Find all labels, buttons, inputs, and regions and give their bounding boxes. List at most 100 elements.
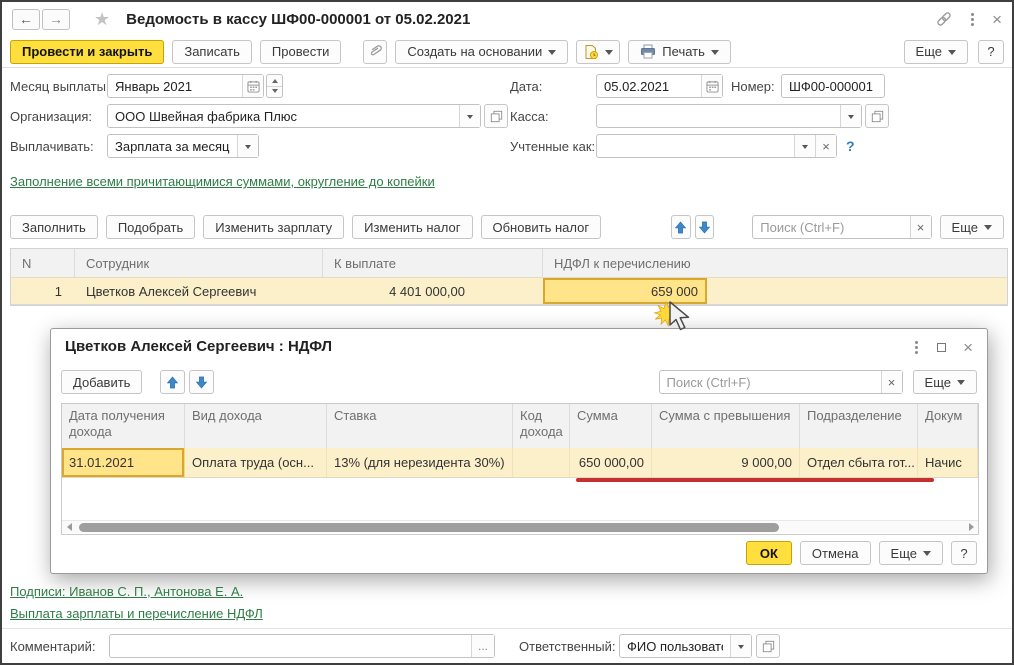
fill-all-amounts-link[interactable]: Заполнение всеми причитающимися суммами,…	[10, 173, 498, 190]
forward-button[interactable]: →	[42, 9, 70, 30]
chevron-down-icon[interactable]	[730, 635, 751, 657]
change-tax-button[interactable]: Изменить налог	[352, 215, 472, 239]
cmdbar-more-button[interactable]: Еще	[940, 215, 1004, 239]
ndfl-selected-cell[interactable]: 659 000	[543, 278, 707, 304]
column-header-income-date[interactable]: Дата получения дохода	[62, 404, 185, 448]
create-based-on-button[interactable]: Создать на основании	[395, 40, 568, 64]
chevron-down-icon[interactable]	[794, 135, 815, 157]
responsible-open-button[interactable]	[756, 634, 780, 658]
post-and-close-button[interactable]: Провести и закрыть	[10, 40, 164, 64]
table-search-input[interactable]	[753, 216, 909, 238]
comment-expand-button[interactable]: ...	[471, 635, 494, 657]
chevron-down-icon[interactable]	[840, 105, 861, 127]
date-field[interactable]	[596, 74, 723, 98]
back-button[interactable]: ←	[12, 9, 40, 30]
pay-type-input[interactable]	[108, 135, 237, 157]
payout-month-field[interactable]	[107, 74, 264, 98]
move-down-button[interactable]	[695, 215, 715, 239]
chevron-down-icon[interactable]	[459, 105, 480, 127]
responsible-input[interactable]	[620, 635, 730, 657]
column-header-ndfl[interactable]: НДФЛ к перечислению	[543, 249, 1007, 277]
fill-button[interactable]: Заполнить	[10, 215, 98, 239]
close-icon[interactable]: ×	[992, 11, 1002, 28]
accounted-as-help-link[interactable]: ?	[846, 138, 855, 154]
save-button[interactable]: Записать	[172, 40, 252, 64]
add-button[interactable]: Добавить	[61, 370, 142, 394]
table-row[interactable]: 1 Цветков Алексей Сергеевич 4 401 000,00…	[11, 277, 1007, 305]
link-icon[interactable]	[935, 11, 953, 27]
date-input[interactable]	[597, 75, 701, 97]
cash-desk-field[interactable]	[596, 104, 862, 128]
calendar-icon[interactable]	[701, 75, 722, 97]
help-button[interactable]: ?	[978, 40, 1004, 64]
print-button[interactable]: Печать	[628, 40, 731, 64]
dialog-close-icon[interactable]: ×	[963, 339, 973, 356]
ndfl-cell[interactable]: 659 000	[543, 278, 1007, 304]
calendar-icon[interactable]	[242, 75, 263, 97]
column-header-amount[interactable]: Сумма	[570, 404, 652, 448]
clear-icon[interactable]: ×	[881, 371, 902, 393]
scrollbar-thumb[interactable]	[79, 523, 779, 532]
move-up-button[interactable]	[671, 215, 691, 239]
amount-cell[interactable]: 650 000,00	[570, 448, 652, 477]
signatures-link[interactable]: Подписи: Иванов С. П., Антонова Е. А.	[10, 584, 243, 599]
chevron-down-icon[interactable]	[237, 135, 258, 157]
ok-button[interactable]: ОК	[746, 541, 792, 565]
comment-input[interactable]	[110, 635, 471, 657]
dialog-more-menu-icon[interactable]	[913, 339, 920, 356]
stepper-up-icon[interactable]	[267, 75, 282, 86]
income-code-cell[interactable]	[513, 448, 570, 477]
scroll-right-icon[interactable]	[965, 523, 978, 531]
document-journal-button[interactable]	[576, 40, 620, 64]
income-type-cell[interactable]: Оплата труда (осн...	[185, 448, 327, 477]
payout-month-input[interactable]	[108, 75, 242, 97]
post-button[interactable]: Провести	[260, 40, 342, 64]
column-header-department[interactable]: Подразделение	[800, 404, 918, 448]
clear-icon[interactable]: ×	[815, 135, 836, 157]
dialog-search-input[interactable]	[660, 371, 881, 393]
update-tax-button[interactable]: Обновить налог	[481, 215, 602, 239]
scrollbar-track[interactable]	[75, 521, 965, 533]
document-cell[interactable]: Начис	[918, 448, 978, 477]
change-salary-button[interactable]: Изменить зарплату	[203, 215, 344, 239]
cash-desk-input[interactable]	[597, 105, 840, 127]
organization-open-button[interactable]	[484, 104, 508, 128]
dialog-move-down-button[interactable]	[189, 370, 214, 394]
employee-cell[interactable]: Цветков Алексей Сергеевич	[75, 278, 323, 304]
cancel-button[interactable]: Отмена	[800, 541, 871, 565]
column-header-to-pay[interactable]: К выплате	[323, 249, 543, 277]
dialog-more-button[interactable]: Еще	[879, 541, 943, 565]
table-row[interactable]: 31.01.2021 Оплата труда (осн... 13% (для…	[62, 448, 978, 478]
row-number-cell[interactable]: 1	[11, 278, 75, 304]
salary-payment-link[interactable]: Выплата зарплаты и перечисление НДФЛ	[10, 606, 263, 621]
dialog-toolbar-more-button[interactable]: Еще	[913, 370, 977, 394]
column-header-income-code[interactable]: Код дохода	[513, 404, 570, 448]
toolbar-more-button[interactable]: Еще	[904, 40, 968, 64]
attachments-button[interactable]	[363, 40, 387, 64]
favorite-star-icon[interactable]: ★	[94, 9, 110, 30]
pay-type-field[interactable]	[107, 134, 259, 158]
number-input[interactable]	[782, 75, 884, 97]
department-cell[interactable]: Отдел сбыта гот...	[800, 448, 918, 477]
rate-cell[interactable]: 13% (для нерезидента 30%)	[327, 448, 513, 477]
column-header-n[interactable]: N	[11, 249, 75, 277]
dialog-search-field[interactable]: ×	[659, 370, 903, 394]
number-field[interactable]	[781, 74, 885, 98]
excess-amount-cell[interactable]: 9 000,00	[652, 448, 800, 477]
table-search-field[interactable]: ×	[752, 215, 931, 239]
comment-field[interactable]: ...	[109, 634, 495, 658]
clear-icon[interactable]: ×	[910, 216, 931, 238]
column-header-excess-amount[interactable]: Сумма с превышения	[652, 404, 800, 448]
month-stepper[interactable]	[266, 74, 283, 98]
more-menu-icon[interactable]	[969, 11, 976, 28]
to-pay-cell[interactable]: 4 401 000,00	[323, 278, 543, 304]
income-date-cell[interactable]: 31.01.2021	[62, 448, 185, 477]
organization-input[interactable]	[108, 105, 459, 127]
column-header-employee[interactable]: Сотрудник	[75, 249, 323, 277]
responsible-field[interactable]	[619, 634, 752, 658]
stepper-down-icon[interactable]	[267, 86, 282, 98]
cash-desk-open-button[interactable]	[865, 104, 889, 128]
accounted-as-input[interactable]	[597, 135, 794, 157]
column-header-document[interactable]: Докум	[918, 404, 978, 448]
scroll-left-icon[interactable]	[62, 523, 75, 531]
